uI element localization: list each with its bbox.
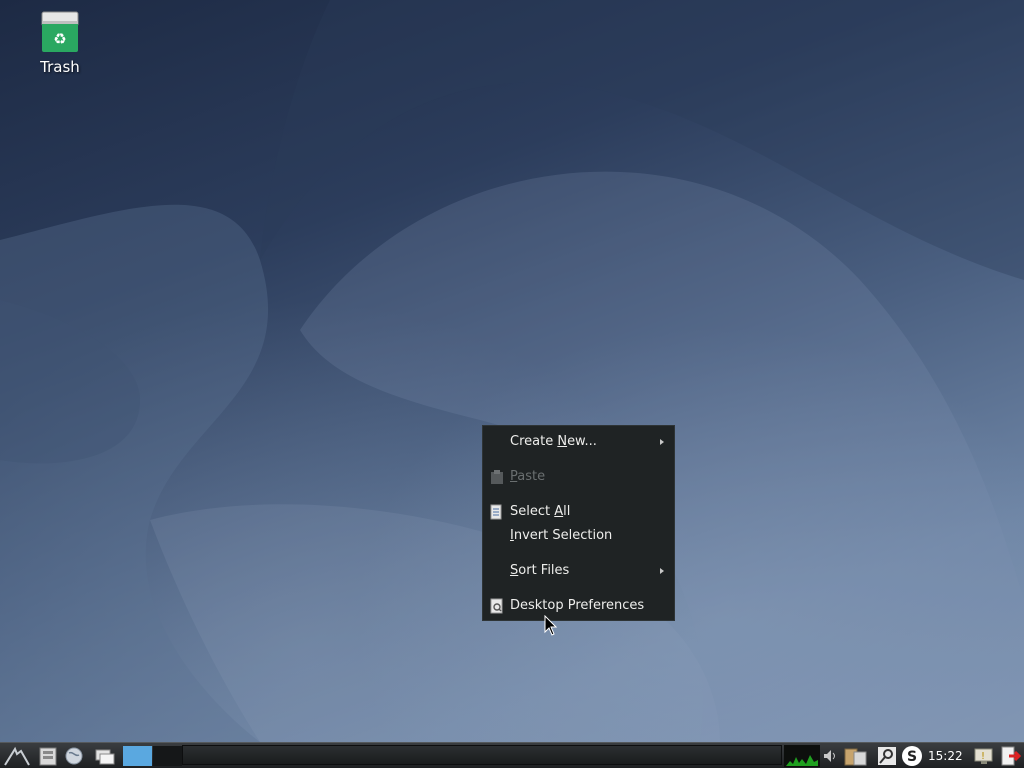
svg-text:!: ! — [981, 751, 985, 762]
submenu-arrow-icon — [660, 439, 664, 445]
desktop[interactable]: ♻ Trash Create New... Paste Select All I… — [0, 0, 1024, 742]
logout-icon[interactable] — [999, 745, 1022, 767]
web-browser-icon[interactable] — [63, 745, 85, 767]
wallpaper — [0, 0, 1024, 742]
trash-icon: ♻ — [40, 10, 80, 54]
paste-icon — [490, 469, 504, 485]
clock[interactable]: 15:22 — [928, 743, 963, 769]
menu-item-invert-selection[interactable]: Invert Selection — [483, 524, 674, 548]
show-desktop-icon[interactable] — [93, 745, 117, 767]
cpu-monitor-icon[interactable] — [784, 745, 820, 767]
clipboard-icon[interactable] — [842, 745, 870, 767]
skype-icon[interactable]: S — [901, 745, 923, 767]
file-manager-icon[interactable] — [37, 745, 59, 767]
trash-label: Trash — [40, 58, 80, 76]
menu-item-select-all[interactable]: Select All — [483, 500, 674, 524]
taskbar: S 15:22 ! — [0, 742, 1024, 768]
menu-item-create-new[interactable]: Create New... — [483, 430, 674, 454]
workspace-2-button[interactable] — [153, 746, 182, 766]
menu-item-desktop-preferences[interactable]: Desktop Preferences — [483, 594, 674, 618]
search-icon[interactable] — [876, 745, 898, 767]
menu-item-paste[interactable]: Paste — [483, 465, 674, 489]
task-list — [182, 745, 782, 765]
svg-text:S: S — [907, 749, 917, 765]
network-icon[interactable]: ! — [972, 745, 996, 767]
submenu-arrow-icon — [660, 568, 664, 574]
desktop-preferences-icon — [490, 598, 504, 614]
select-all-icon — [490, 504, 504, 520]
volume-icon[interactable] — [822, 745, 838, 767]
menu-item-sort-files[interactable]: Sort Files — [483, 559, 674, 583]
workspace-1-button[interactable] — [123, 746, 152, 766]
desktop-context-menu: Create New... Paste Select All Invert Se… — [482, 425, 675, 621]
mouse-pointer-icon — [544, 615, 558, 636]
trash-desktop-icon[interactable]: ♻ Trash — [22, 10, 98, 76]
menu-icon[interactable] — [2, 745, 32, 767]
svg-text:♻: ♻ — [53, 30, 66, 48]
